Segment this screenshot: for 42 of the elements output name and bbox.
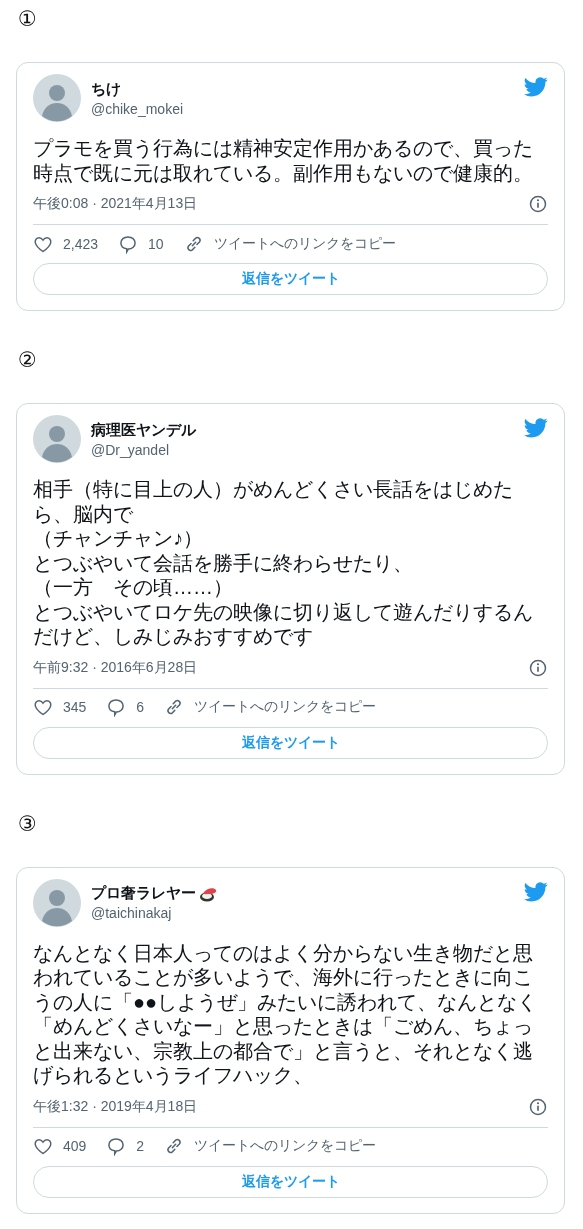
user-handle[interactable]: @taichinakaj [91,905,514,921]
section-number: ③ [18,811,37,835]
info-icon[interactable] [528,194,548,214]
bird-icon[interactable] [524,77,548,97]
tweet-text: プラモを買う行為には精神安定作用かあるので、買った時点で既に元は取れている。副作用もないので健康的。 [33,136,534,185]
copy-link[interactable]: ツイートへのリンクをコピー [194,1137,377,1155]
section-number: ② [18,348,37,371]
user-handle[interactable]: @Dr_yandel [91,441,514,458]
tweet-text: とつぶやいて会話を勝手に終わらせたり、 [33,550,414,575]
like-count[interactable]: 409 [63,1138,87,1154]
tweet-text: （一方 その頃……） [33,575,234,600]
display-name[interactable]: ちけ [91,79,121,99]
reply-count[interactable]: 6 [136,699,145,715]
heart-icon[interactable] [33,697,53,717]
section-number: ① [18,7,37,30]
speech-bubble-icon[interactable] [106,697,127,717]
info-icon[interactable] [528,1096,548,1117]
timestamp[interactable]: 午後0:08 · 2021年4月13日 [33,195,198,213]
speech-bubble-icon[interactable] [106,1136,127,1156]
like-count[interactable]: 345 [63,699,87,715]
tweet-text: なんとなく日本人ってのはよく分からない生き物だと思われていることが多いようで、海外に行ったときに向こうの人に「●●しようぜ」みたいに誘われて、なんとなく「めんどくさいなー」と思ったときは「ごめん、ちょっと出来ない、宗教上の都合で」と言うと、それとなく逃げられるというライフハック、 [33,940,539,1088]
display-name[interactable]: プロ奢ラレヤー [91,884,196,903]
avatar[interactable] [33,415,81,463]
avatar[interactable] [33,878,81,927]
tweet-text: とつぶやいてロケ先の映像に切り返して遊んだりするんだけど、しみじみおすすめです [33,599,534,649]
reply-count[interactable]: 2 [136,1138,145,1154]
like-count[interactable]: 2,423 [63,235,99,252]
speech-bubble-icon[interactable] [118,233,139,254]
bird-icon[interactable] [524,418,548,438]
user-handle[interactable]: @chike_mokei [91,100,514,117]
tweet-text: （チャンチャン♪） [33,526,204,551]
tweet-text: 相手（特に目上の人）がめんどくさい長話をはじめたら、脳内で [33,477,514,526]
bird-icon[interactable] [524,881,548,902]
reply-count[interactable]: 10 [148,235,164,252]
display-name[interactable]: 病理医ヤンデル [91,420,196,440]
heart-icon[interactable] [33,1136,53,1156]
timestamp[interactable]: 午前9:32 · 2016年6月28日 [33,658,198,677]
info-icon[interactable] [528,657,548,678]
copy-link[interactable]: ツイートへのリンクをコピー [213,234,396,253]
copy-link[interactable]: ツイートへのリンクをコピー [194,698,377,716]
avatar[interactable] [33,74,81,122]
timestamp[interactable]: 午後1:32 · 2019年4月18日 [33,1097,198,1116]
